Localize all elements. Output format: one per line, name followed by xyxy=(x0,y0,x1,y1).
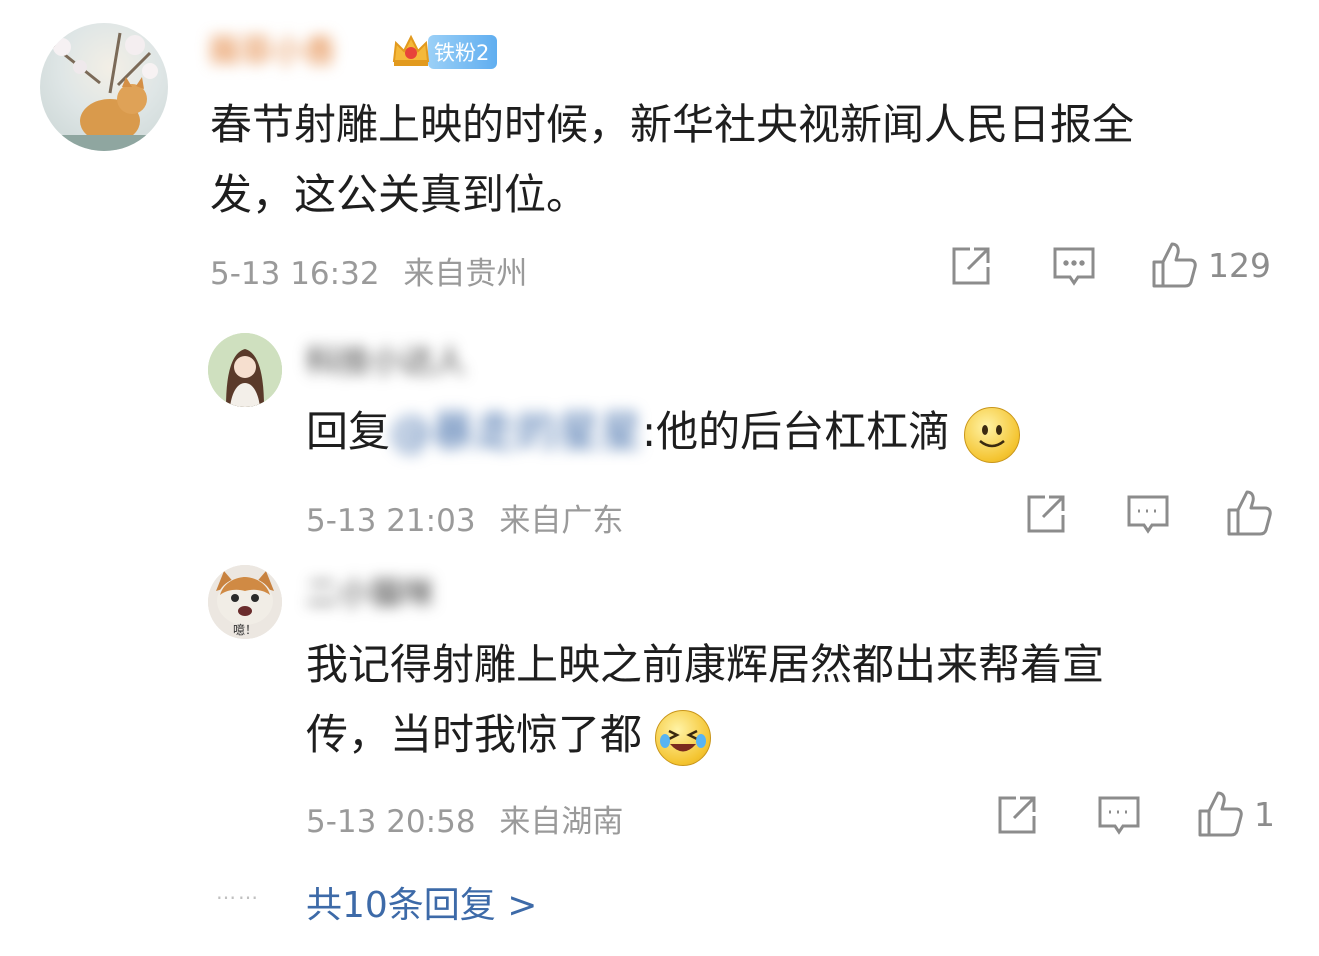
comment-icon xyxy=(1097,794,1141,838)
reply-meta: 5-13 21:03 来自广东 xyxy=(306,495,623,540)
username[interactable]: 薇菲小香 xyxy=(208,26,336,72)
reply-button[interactable] xyxy=(1097,794,1141,838)
comment-meta: 5-13 16:32 来自贵州 xyxy=(210,248,527,293)
more-replies-link[interactable]: 共10条回复 > xyxy=(306,876,537,928)
reply-button[interactable] xyxy=(1126,493,1170,537)
thumbs-up-icon xyxy=(1225,488,1273,538)
share-button[interactable] xyxy=(996,794,1038,836)
smile-emoji xyxy=(963,406,1020,463)
share-icon xyxy=(996,794,1038,836)
comment-text: 春节射雕上映的时候，新华社央视新闻人民日报全 发，这公关真到位。 xyxy=(210,100,1135,219)
like-count: 129 xyxy=(1208,245,1271,285)
reply-username[interactable]: 科技小达人 xyxy=(306,336,466,382)
reply-text: 我记得射雕上映之前康辉居然都出来帮着宣 传，当时我惊了都 xyxy=(306,630,1286,770)
thumbs-up-icon xyxy=(1196,789,1244,839)
like-count: 1 xyxy=(1254,794,1275,834)
reply-avatar[interactable]: 噫！ xyxy=(208,565,282,639)
like-button[interactable]: 129 xyxy=(1150,240,1271,290)
like-button[interactable]: 1 xyxy=(1196,789,1275,839)
timestamp: 5-13 20:58 xyxy=(306,804,476,840)
reply-button[interactable] xyxy=(1052,245,1096,289)
crown-icon xyxy=(390,31,432,73)
share-icon xyxy=(1025,493,1067,535)
share-button[interactable] xyxy=(950,245,992,287)
like-button[interactable] xyxy=(1225,488,1283,538)
timestamp: 5-13 16:32 xyxy=(210,256,380,292)
avatar-label: 噫！ xyxy=(232,623,257,637)
avatar[interactable] xyxy=(40,23,168,151)
comment-icon xyxy=(1126,493,1170,537)
share-icon xyxy=(950,245,992,287)
location: 来自湖南 xyxy=(499,804,624,840)
location: 来自贵州 xyxy=(403,256,528,292)
fan-badge[interactable]: 铁粉2 xyxy=(390,31,498,73)
mention-link[interactable]: @暴走的星星 xyxy=(390,407,642,456)
share-button[interactable] xyxy=(1025,493,1067,535)
reply-text: 回复@暴走的星星:他的后台杠杠滴 xyxy=(306,397,1020,467)
location: 来自广东 xyxy=(499,503,624,539)
reply-meta: 5-13 20:58 来自湖南 xyxy=(306,796,623,841)
dots-divider: …… xyxy=(216,880,260,904)
reply-avatar[interactable] xyxy=(208,333,282,407)
comment-icon xyxy=(1052,245,1096,289)
laugh-cry-emoji xyxy=(655,709,712,766)
thumbs-up-icon xyxy=(1150,240,1198,290)
timestamp: 5-13 21:03 xyxy=(306,503,476,539)
reply-username[interactable]: 二小猫咪 xyxy=(306,568,434,614)
